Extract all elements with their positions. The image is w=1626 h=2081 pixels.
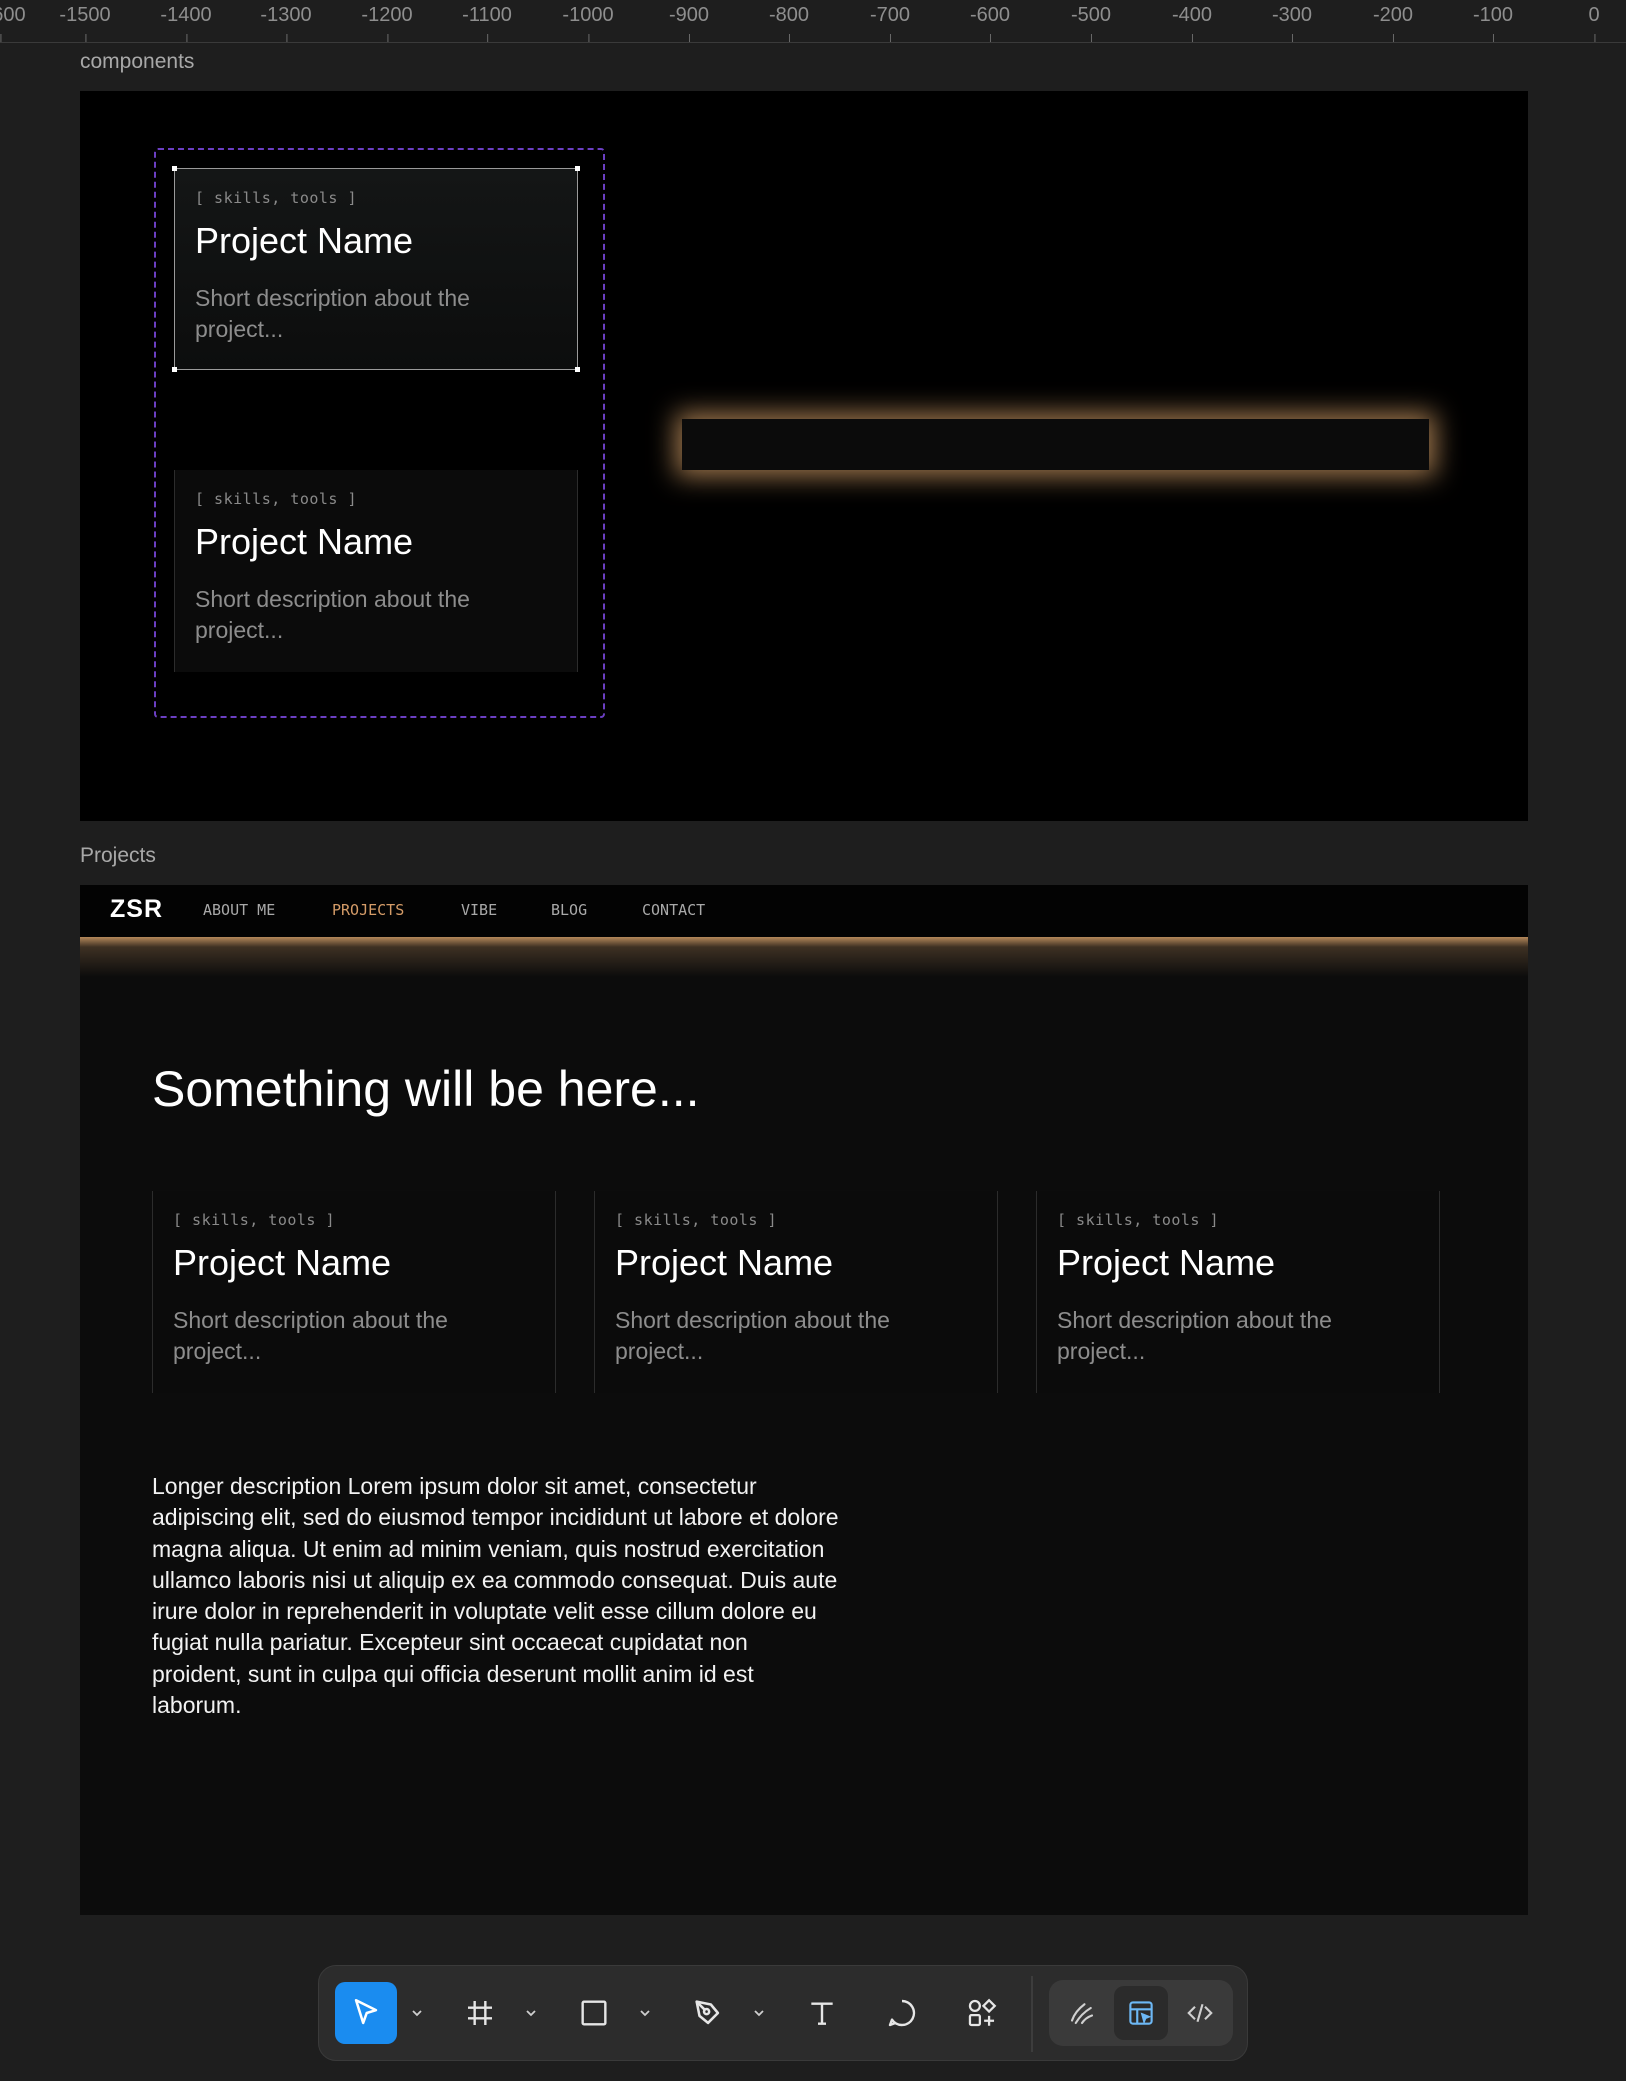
long-description: Longer description Lorem ipsum dolor sit… — [152, 1473, 839, 1719]
selection-handle[interactable] — [575, 367, 580, 372]
comment-icon[interactable] — [871, 1982, 933, 2044]
navbar-glow — [80, 937, 1528, 977]
card-description: Short description about the project... — [195, 585, 470, 643]
project-card[interactable]: [ skills, tools ] Project Name Short des… — [1036, 1191, 1440, 1393]
card-title: Project Name — [195, 220, 414, 261]
ruler-tick: -100 — [1472, 4, 1514, 42]
design-mode-icon[interactable] — [1114, 1986, 1168, 2040]
toolbar-divider — [1031, 1976, 1033, 2052]
draw-mode-icon[interactable] — [1055, 1986, 1109, 2040]
move-pointer-icon[interactable] — [335, 1982, 397, 2044]
frame-label-components[interactable]: components — [80, 50, 194, 74]
site-navbar: ZSR ABOUT ME PROJECTS VIBE BLOG CONTACT — [80, 885, 1528, 937]
ruler-tick: 0 — [1588, 4, 1600, 42]
pen-icon[interactable] — [677, 1982, 739, 2044]
card-title: Project Name — [1057, 1242, 1276, 1283]
card-description: Short description about the project... — [615, 1306, 890, 1364]
ruler-tick: -1000 — [562, 4, 614, 42]
nav-item-blog[interactable]: BLOG — [551, 901, 587, 919]
components-frame[interactable]: [ skills, tools ] Project Name Short des… — [80, 91, 1528, 821]
glow-divider-component[interactable] — [682, 419, 1429, 470]
nav-item-vibe[interactable]: VIBE — [461, 901, 497, 919]
card-tags: [ skills, tools ] — [615, 1211, 778, 1229]
mode-switcher — [1049, 1980, 1233, 2046]
ruler-tick: -200 — [1372, 4, 1414, 42]
card-tags: [ skills, tools ] — [195, 189, 358, 207]
ruler-tick: -1300 — [260, 4, 312, 42]
ruler-tick: -700 — [869, 4, 911, 42]
chevron-down-icon[interactable] — [749, 2003, 769, 2023]
card-description: Short description about the project... — [1057, 1306, 1332, 1364]
projects-frame[interactable]: ZSR ABOUT ME PROJECTS VIBE BLOG CONTACT … — [80, 885, 1528, 1915]
chevron-down-icon[interactable] — [407, 2003, 427, 2023]
card-tags: [ skills, tools ] — [1057, 1211, 1220, 1229]
ruler-tick: -300 — [1271, 4, 1313, 42]
nav-item-about-me[interactable]: ABOUT ME — [203, 901, 275, 919]
ruler-tick: -1600 — [0, 4, 26, 42]
card-title: Project Name — [173, 1242, 392, 1283]
card-tags: [ skills, tools ] — [195, 490, 358, 508]
ruler-tick: -500 — [1070, 4, 1112, 42]
nav-item-contact[interactable]: CONTACT — [642, 901, 705, 919]
text-icon[interactable] — [791, 1982, 853, 2044]
project-card[interactable]: [ skills, tools ] Project Name Short des… — [152, 1191, 556, 1393]
card-tags: [ skills, tools ] — [173, 1211, 336, 1229]
component-variant-set[interactable]: [ skills, tools ] Project Name Short des… — [154, 148, 605, 718]
card-title: Project Name — [195, 521, 414, 562]
selection-handle[interactable] — [172, 166, 177, 171]
card-title: Project Name — [615, 1242, 834, 1283]
card-description: Short description about the project... — [173, 1306, 448, 1364]
nav-item-projects[interactable]: PROJECTS — [332, 901, 404, 919]
actions-resources-icon[interactable] — [951, 1982, 1013, 2044]
site-logo[interactable]: ZSR — [110, 895, 163, 924]
frame-label-projects[interactable]: Projects — [80, 844, 156, 868]
dev-mode-icon[interactable] — [1173, 1986, 1227, 2040]
horizontal-ruler[interactable]: -1600 -1500 -1400 -1300 -1200 -1100 -100… — [0, 0, 1626, 43]
page-heading: Something will be here... — [152, 1061, 700, 1117]
rectangle-icon[interactable] — [563, 1982, 625, 2044]
ruler-tick: -400 — [1171, 4, 1213, 42]
project-card[interactable]: [ skills, tools ] Project Name Short des… — [594, 1191, 998, 1393]
selection-handle[interactable] — [172, 367, 177, 372]
project-card-variant-hover[interactable]: [ skills, tools ] Project Name Short des… — [172, 166, 580, 372]
ruler-tick: -1200 — [361, 4, 413, 42]
ruler-tick: -800 — [768, 4, 810, 42]
selection-handle[interactable] — [575, 166, 580, 171]
ruler-tick: -1400 — [160, 4, 212, 42]
chevron-down-icon[interactable] — [521, 2003, 541, 2023]
frame-hash-icon[interactable] — [449, 1982, 511, 2044]
card-description: Short description about the project... — [195, 284, 470, 342]
ruler-tick: -600 — [969, 4, 1011, 42]
chevron-down-icon[interactable] — [635, 2003, 655, 2023]
ruler-tick: -1500 — [59, 4, 111, 42]
ruler-tick: -900 — [668, 4, 710, 42]
bottom-toolbar — [318, 1965, 1248, 2061]
ruler-tick: -1100 — [462, 4, 512, 42]
project-card-variant-default[interactable]: [ skills, tools ] Project Name Short des… — [174, 470, 578, 672]
